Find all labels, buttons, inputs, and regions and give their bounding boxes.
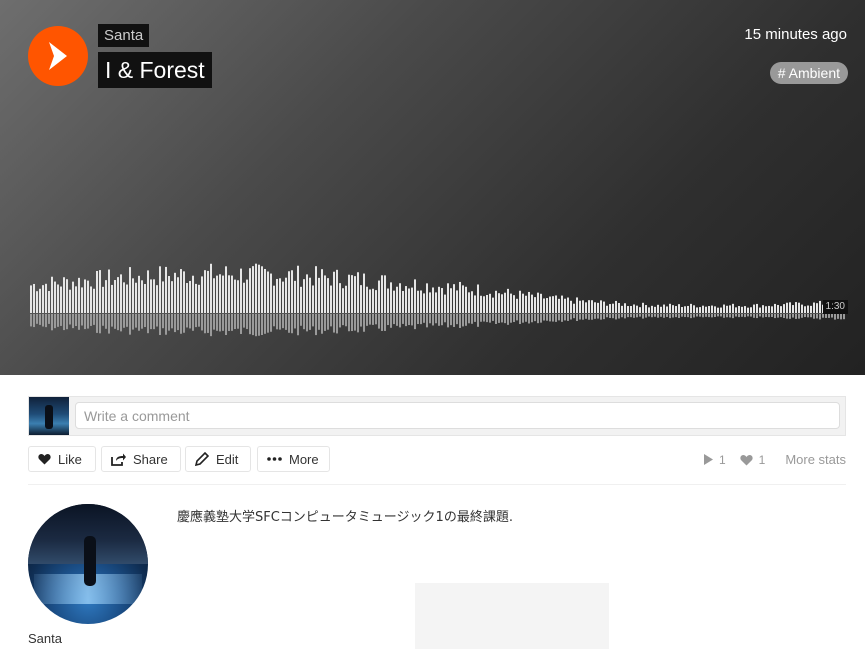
likes-heart-icon	[740, 454, 753, 465]
likes-stat[interactable]: 1	[740, 452, 766, 467]
share-button[interactable]: Share	[101, 446, 181, 472]
plays-stat[interactable]: 1	[703, 452, 726, 467]
track-hero: Santa I & Forest 15 minutes ago # Ambien…	[0, 0, 865, 375]
waveform[interactable]	[30, 250, 848, 342]
like-label: Like	[58, 451, 82, 467]
edit-button[interactable]: Edit	[185, 446, 251, 472]
play-icon	[49, 42, 67, 70]
user-avatar	[29, 397, 69, 435]
comment-bar	[28, 396, 846, 436]
likes-count: 1	[758, 452, 766, 467]
artist-name-link[interactable]: Santa	[98, 24, 150, 47]
play-button[interactable]	[28, 26, 88, 86]
play-count-icon	[703, 454, 713, 465]
waveform-graphic	[30, 263, 848, 337]
track-description: 慶應義塾大学SFCコンピュータミュージック1の最終課題.	[177, 510, 513, 525]
genre-tag[interactable]: # Ambient	[769, 62, 848, 84]
more-stats-link[interactable]: More stats	[785, 452, 846, 467]
content-placeholder	[415, 583, 609, 649]
uploader-avatar[interactable]	[28, 504, 148, 624]
more-label: More	[289, 451, 319, 467]
plays-count: 1	[718, 452, 726, 467]
track-stats: 1 1 More stats	[690, 452, 846, 467]
divider	[28, 484, 846, 485]
comment-input[interactable]	[75, 402, 840, 429]
edit-label: Edit	[216, 451, 239, 467]
like-button[interactable]: Like	[28, 446, 96, 472]
duration-badge: 1:30	[822, 300, 848, 314]
share-icon	[111, 453, 126, 466]
pencil-icon	[195, 452, 209, 466]
more-dots-icon	[267, 457, 282, 461]
heart-icon	[38, 453, 51, 465]
uploader-name[interactable]: Santa	[28, 631, 62, 646]
posted-time: 15 minutes ago	[744, 26, 847, 43]
track-title: I & Forest	[98, 52, 212, 88]
more-button[interactable]: More	[257, 446, 330, 472]
share-label: Share	[133, 451, 168, 467]
